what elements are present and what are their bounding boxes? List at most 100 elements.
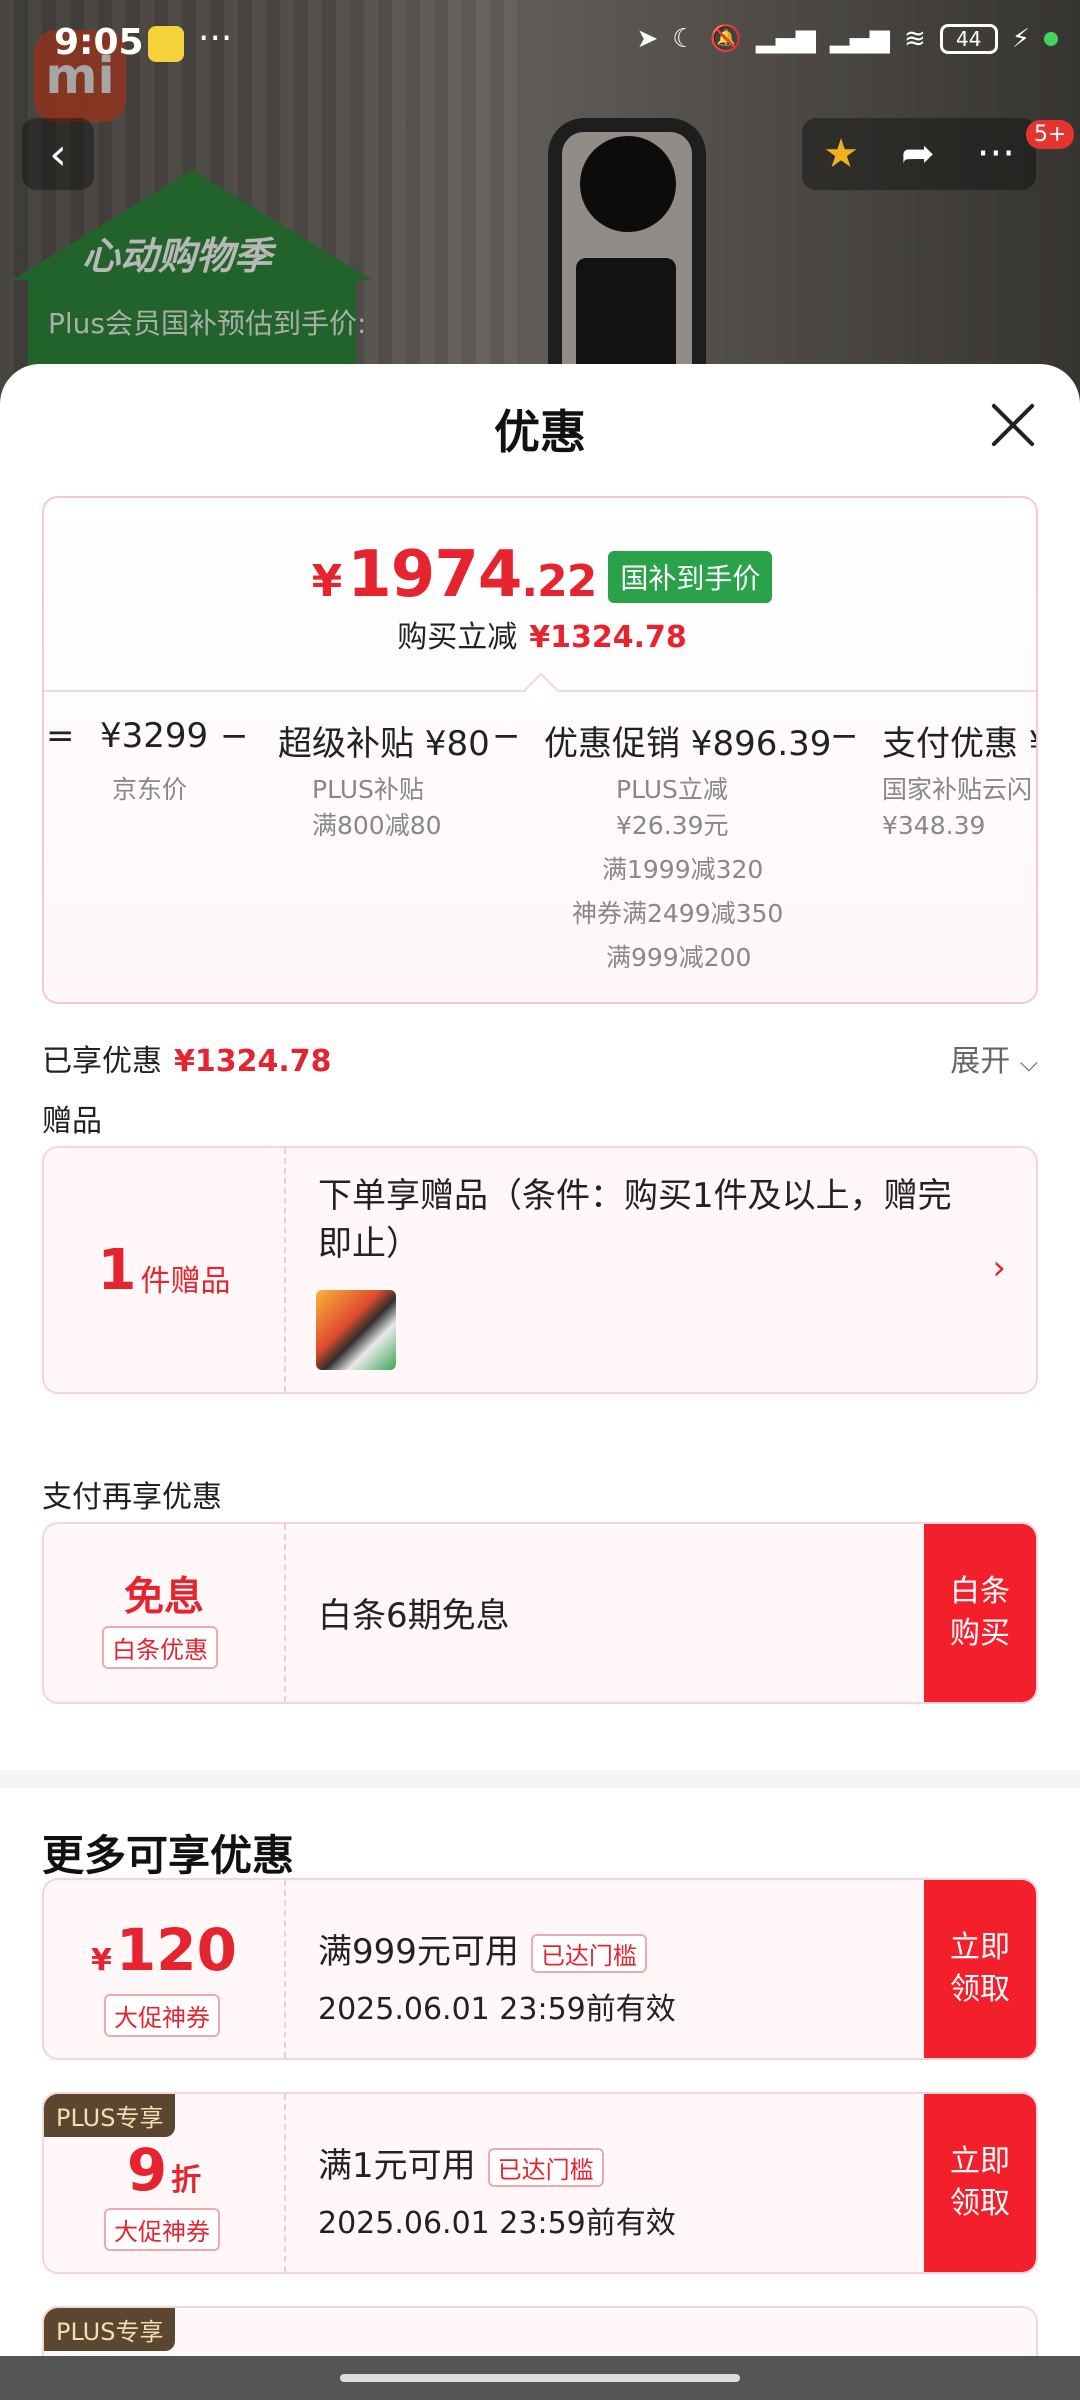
calc-sub-plus-amount: ¥26.39元 <box>616 811 729 840</box>
expand-toggle[interactable]: 展开 ⌵ <box>950 1036 1038 1080</box>
indicator-dot-icon <box>1044 32 1058 46</box>
calc-sub-promo-1: 满1999减320 <box>602 855 764 884</box>
final-price-row: ¥1974.22 国补到手价 <box>44 538 1036 612</box>
discount-sheet: 优惠 ¥1974.22 国补到手价 购买立减 ¥1324.78 = ¥3299 京… <box>0 364 1080 2400</box>
more-icon[interactable]: ··· <box>977 131 1015 177</box>
signal-icon-2: ▂▄▆ <box>829 24 890 54</box>
claim-coupon-button[interactable]: 立即 领取 <box>924 1880 1036 2058</box>
gift-count-number: 1 <box>97 1237 137 1303</box>
calc-sub-national-subsidy: 国家补贴云闪 <box>882 775 1033 804</box>
payment-offer-card: 免息 白条优惠 白条6期免息 白条 购买 <box>42 1522 1038 1704</box>
navigation-bar <box>0 2356 1080 2400</box>
coupon-condition-text: 满1元可用 <box>318 2146 476 2186</box>
coupon-tag: 大促神券 <box>104 1994 220 2037</box>
price-decimal: .22 <box>521 556 597 607</box>
saving-value: ¥1324.78 <box>529 620 687 655</box>
app-notification-icon <box>148 26 184 62</box>
coupon-amount-value: 9 <box>126 2136 168 2204</box>
price-type-badge: 国补到手价 <box>608 551 773 603</box>
more-offers-title: 更多可享优惠 <box>42 1831 295 1880</box>
calc-sub-plus-discount: PLUS立减 <box>616 775 728 804</box>
coupon-value: 9折 大促神券 PLUS专享 <box>44 2094 286 2272</box>
threshold-reached-badge: 已达门槛 <box>487 2148 604 2187</box>
status-time: 9:05 <box>54 22 144 63</box>
calc-sub-plus-subsidy: PLUS补贴 <box>312 775 424 804</box>
payment-offer-tag: 白条优惠 <box>102 1626 218 1669</box>
coupon-condition: 满999元可用 已达门槛 <box>318 1924 647 1973</box>
caret-pointer <box>522 672 560 710</box>
section-separator <box>0 1770 1080 1788</box>
home-indicator[interactable] <box>340 2374 740 2382</box>
calc-amount-payment: 支付优惠 ¥ <box>882 724 1038 764</box>
coupon-validity: 2025.06.01 23:59前有效 <box>318 2206 676 2241</box>
sheet-title: 优惠 <box>494 405 586 459</box>
saving-row: 购买立减 ¥1324.78 <box>44 612 1036 656</box>
top-actions: ★ ➦ ··· <box>802 118 1036 190</box>
enjoyed-label: 已享优惠 <box>42 1044 162 1079</box>
coupon-card: 9折 大促神券 PLUS专享 满1元可用 已达门槛 2025.06.01 23:5… <box>42 2092 1038 2274</box>
wifi-icon: ≋ <box>903 24 926 54</box>
gift-count-unit: 件赠品 <box>140 1264 231 1299</box>
claim-coupon-button[interactable]: 立即 领取 <box>924 2094 1036 2272</box>
chevron-right-icon: › <box>992 1248 1006 1288</box>
coupon-amount: ¥120 <box>44 1916 284 1984</box>
payment-section-label: 支付再享优惠 <box>42 1480 222 1515</box>
notification-badge: 5+ <box>1026 120 1075 149</box>
status-icons: ➤ ☾ 🔕 ▂▄▆ ▂▄▆ ≋ 44 ⚡ <box>636 24 1058 54</box>
signal-icon: ▂▄▆ <box>755 24 816 54</box>
gift-section-label: 赠品 <box>42 1104 102 1139</box>
coupon-value: ¥120 大促神券 <box>44 1880 286 2058</box>
calc-sub-full-reduction: 满800减80 <box>312 811 442 840</box>
minus-sign: − <box>830 716 859 756</box>
location-icon: ➤ <box>636 24 659 54</box>
status-bar: 9:05 ··· ➤ ☾ 🔕 ▂▄▆ ▂▄▆ ≋ 44 ⚡ <box>0 0 1080 96</box>
coupon-card: ¥120 大促神券 满999元可用 已达门槛 2025.06.01 23:59前有… <box>42 1878 1038 2060</box>
payment-offer-title: 免息 <box>124 1574 204 1620</box>
close-icon[interactable] <box>988 400 1038 450</box>
saving-label: 购买立减 <box>397 620 518 655</box>
more-notifications-icon: ··· <box>198 18 233 59</box>
calc-sub-promo-2: 神券满2499减350 <box>572 899 784 928</box>
gift-thumbnail <box>316 1290 396 1370</box>
favorite-star-icon[interactable]: ★ <box>823 131 859 177</box>
gift-count: 1 件赠品 <box>44 1148 286 1392</box>
calc-sub-promo-3: 满999减200 <box>606 943 752 972</box>
baitiao-buy-button[interactable]: 白条 购买 <box>924 1524 1036 1702</box>
mute-icon: 🔕 <box>709 24 742 54</box>
enjoyed-value: ¥1324.78 <box>174 1044 332 1079</box>
back-button[interactable]: ‹ <box>22 118 94 190</box>
coupon-currency: ¥ <box>91 1943 112 1978</box>
minus-sign: − <box>220 716 249 756</box>
chevron-left-icon: ‹ <box>49 128 67 180</box>
coupon-amount-value: 120 <box>115 1916 237 1984</box>
gift-card[interactable]: 1 件赠品 下单享赠品（条件：购买1件及以上，赠完即止） › <box>42 1146 1038 1394</box>
final-price: ¥1974.22 <box>311 538 598 612</box>
equals-sign: = <box>46 716 75 756</box>
charging-icon: ⚡ <box>1011 24 1030 54</box>
enjoyed-discount: 已享优惠 ¥1324.78 <box>42 1036 332 1080</box>
price-integer: 1974 <box>347 538 522 612</box>
calc-amount-jd-price: ¥3299 <box>100 716 209 756</box>
coupon-amount: 9折 <box>44 2136 284 2204</box>
coupon-validity: 2025.06.01 23:59前有效 <box>318 1992 676 2027</box>
coupon-condition-text: 满999元可用 <box>318 1932 519 1972</box>
plus-exclusive-badge: PLUS专享 <box>44 2308 176 2351</box>
gift-description: 下单享赠品（条件：购买1件及以上，赠完即止） <box>318 1176 952 1264</box>
threshold-reached-badge: 已达门槛 <box>530 1934 647 1973</box>
expand-label: 展开 <box>950 1044 1011 1079</box>
chevron-down-icon: ⌵ <box>1019 1049 1038 1077</box>
price-calculation: = ¥3299 京东价 − 超级补贴 ¥80 PLUS补贴 满800减80 − … <box>44 710 1038 1000</box>
share-icon[interactable]: ➦ <box>901 131 935 177</box>
coupon-tag: 大促神券 <box>104 2208 220 2251</box>
payment-offer-text: 白条6期免息 <box>318 1596 510 1636</box>
coupon-unit: 折 <box>171 2163 202 2198</box>
plus-exclusive-badge: PLUS专享 <box>44 2094 176 2137</box>
calc-sub-jd-price: 京东价 <box>112 775 188 804</box>
currency-symbol: ¥ <box>311 556 343 607</box>
battery-icon: 44 <box>939 24 998 54</box>
moon-icon: ☾ <box>672 24 696 54</box>
minus-sign: − <box>492 716 521 756</box>
payment-offer-left: 免息 白条优惠 <box>44 1524 286 1702</box>
calc-sub-payment-amount: ¥348.39 <box>882 811 986 840</box>
calc-amount-super-subsidy: 超级补贴 ¥80 <box>278 724 490 764</box>
